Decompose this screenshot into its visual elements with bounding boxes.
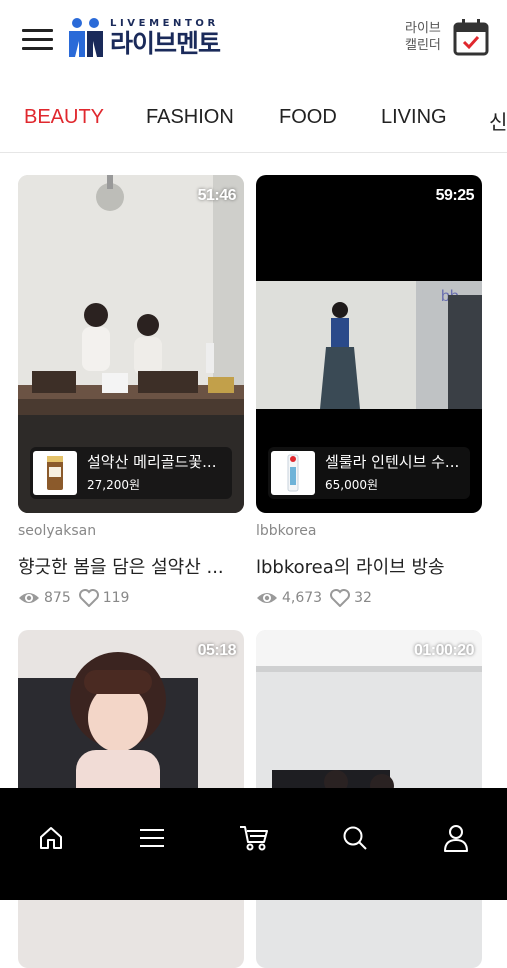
video-duration: 01:00:20	[413, 642, 475, 659]
hamburger-menu-button[interactable]	[22, 27, 54, 53]
view-count: 875	[44, 590, 71, 606]
live-calendar-button[interactable]: 라이브 캘린더	[405, 18, 489, 56]
heart-icon[interactable]	[330, 589, 351, 607]
product-overlay[interactable]: 설약산 메리골드꽃... 27,200원	[30, 447, 232, 499]
seller-name[interactable]: seolyaksan	[18, 523, 244, 539]
like-count: 119	[102, 590, 130, 606]
view-count: 4,673	[282, 590, 323, 606]
calendar-icon	[453, 19, 489, 56]
search-icon	[343, 826, 367, 850]
eye-icon	[18, 590, 40, 606]
live-card[interactable]: bb 59:25 셀룰라 인텐시브 수... 65,000원 lbbkorea …	[256, 175, 482, 607]
product-name: 셀룰라 인텐시브 수...	[325, 453, 460, 471]
logo-subtitle: LIVEMENTOR	[110, 17, 219, 29]
bottom-navigation	[0, 788, 507, 900]
live-title[interactable]: 향긋한 봄을 담은 설약산 ...	[18, 553, 244, 579]
live-title[interactable]: lbbkorea의 라이브 방송	[256, 553, 482, 579]
product-thumbnail	[271, 451, 315, 495]
video-duration: 51:46	[197, 187, 237, 204]
logo-title: 라이브멘토	[110, 28, 221, 58]
video-thumbnail[interactable]: bb 59:25 셀룰라 인텐시브 수... 65,000원	[256, 175, 482, 513]
nav-menu-button[interactable]	[132, 818, 172, 858]
card-stats: 4,673 32	[256, 589, 482, 607]
nav-search-button[interactable]	[335, 818, 375, 858]
calendar-label-line2: 캘린더	[405, 38, 441, 53]
product-price: 27,200원	[87, 478, 141, 492]
tab-beauty[interactable]: BEAUTY	[24, 106, 104, 129]
nav-home-button[interactable]	[31, 818, 71, 858]
card-stats: 875 119	[18, 589, 244, 607]
seller-name[interactable]: lbbkorea	[256, 523, 482, 539]
product-price: 65,000원	[325, 478, 379, 492]
tab-next[interactable]: 신	[489, 106, 507, 135]
cart-icon	[240, 826, 268, 851]
logo[interactable]: LIVEMENTOR 라이브멘토	[68, 14, 221, 60]
eye-icon	[256, 590, 278, 606]
heart-icon[interactable]	[78, 589, 99, 607]
video-thumbnail[interactable]: 51:46 설약산 메리골드꽃... 27,200원	[18, 175, 244, 513]
product-overlay[interactable]: 셀룰라 인텐시브 수... 65,000원	[268, 447, 470, 499]
nav-cart-button[interactable]	[234, 818, 274, 858]
product-thumbnail	[33, 451, 77, 495]
user-icon	[444, 825, 468, 852]
app-header: LIVEMENTOR 라이브멘토 라이브 캘린더	[0, 0, 507, 85]
video-duration: 05:18	[197, 642, 237, 659]
like-count: 32	[354, 590, 372, 606]
product-name: 설약산 메리골드꽃...	[87, 453, 217, 471]
logo-icon	[69, 18, 103, 57]
home-icon	[40, 827, 62, 849]
nav-profile-button[interactable]	[436, 818, 476, 858]
tab-fashion[interactable]: FASHION	[146, 106, 234, 129]
video-duration: 59:25	[435, 187, 475, 204]
menu-icon	[140, 829, 164, 847]
live-card[interactable]: 51:46 설약산 메리골드꽃... 27,200원 seolyaksan 향긋…	[18, 175, 244, 607]
category-tabs: BEAUTY FASHION FOOD LIVING 신	[0, 84, 507, 153]
calendar-label-line1: 라이브	[405, 21, 441, 36]
tab-food[interactable]: FOOD	[279, 106, 337, 129]
tab-living[interactable]: LIVING	[381, 106, 447, 129]
